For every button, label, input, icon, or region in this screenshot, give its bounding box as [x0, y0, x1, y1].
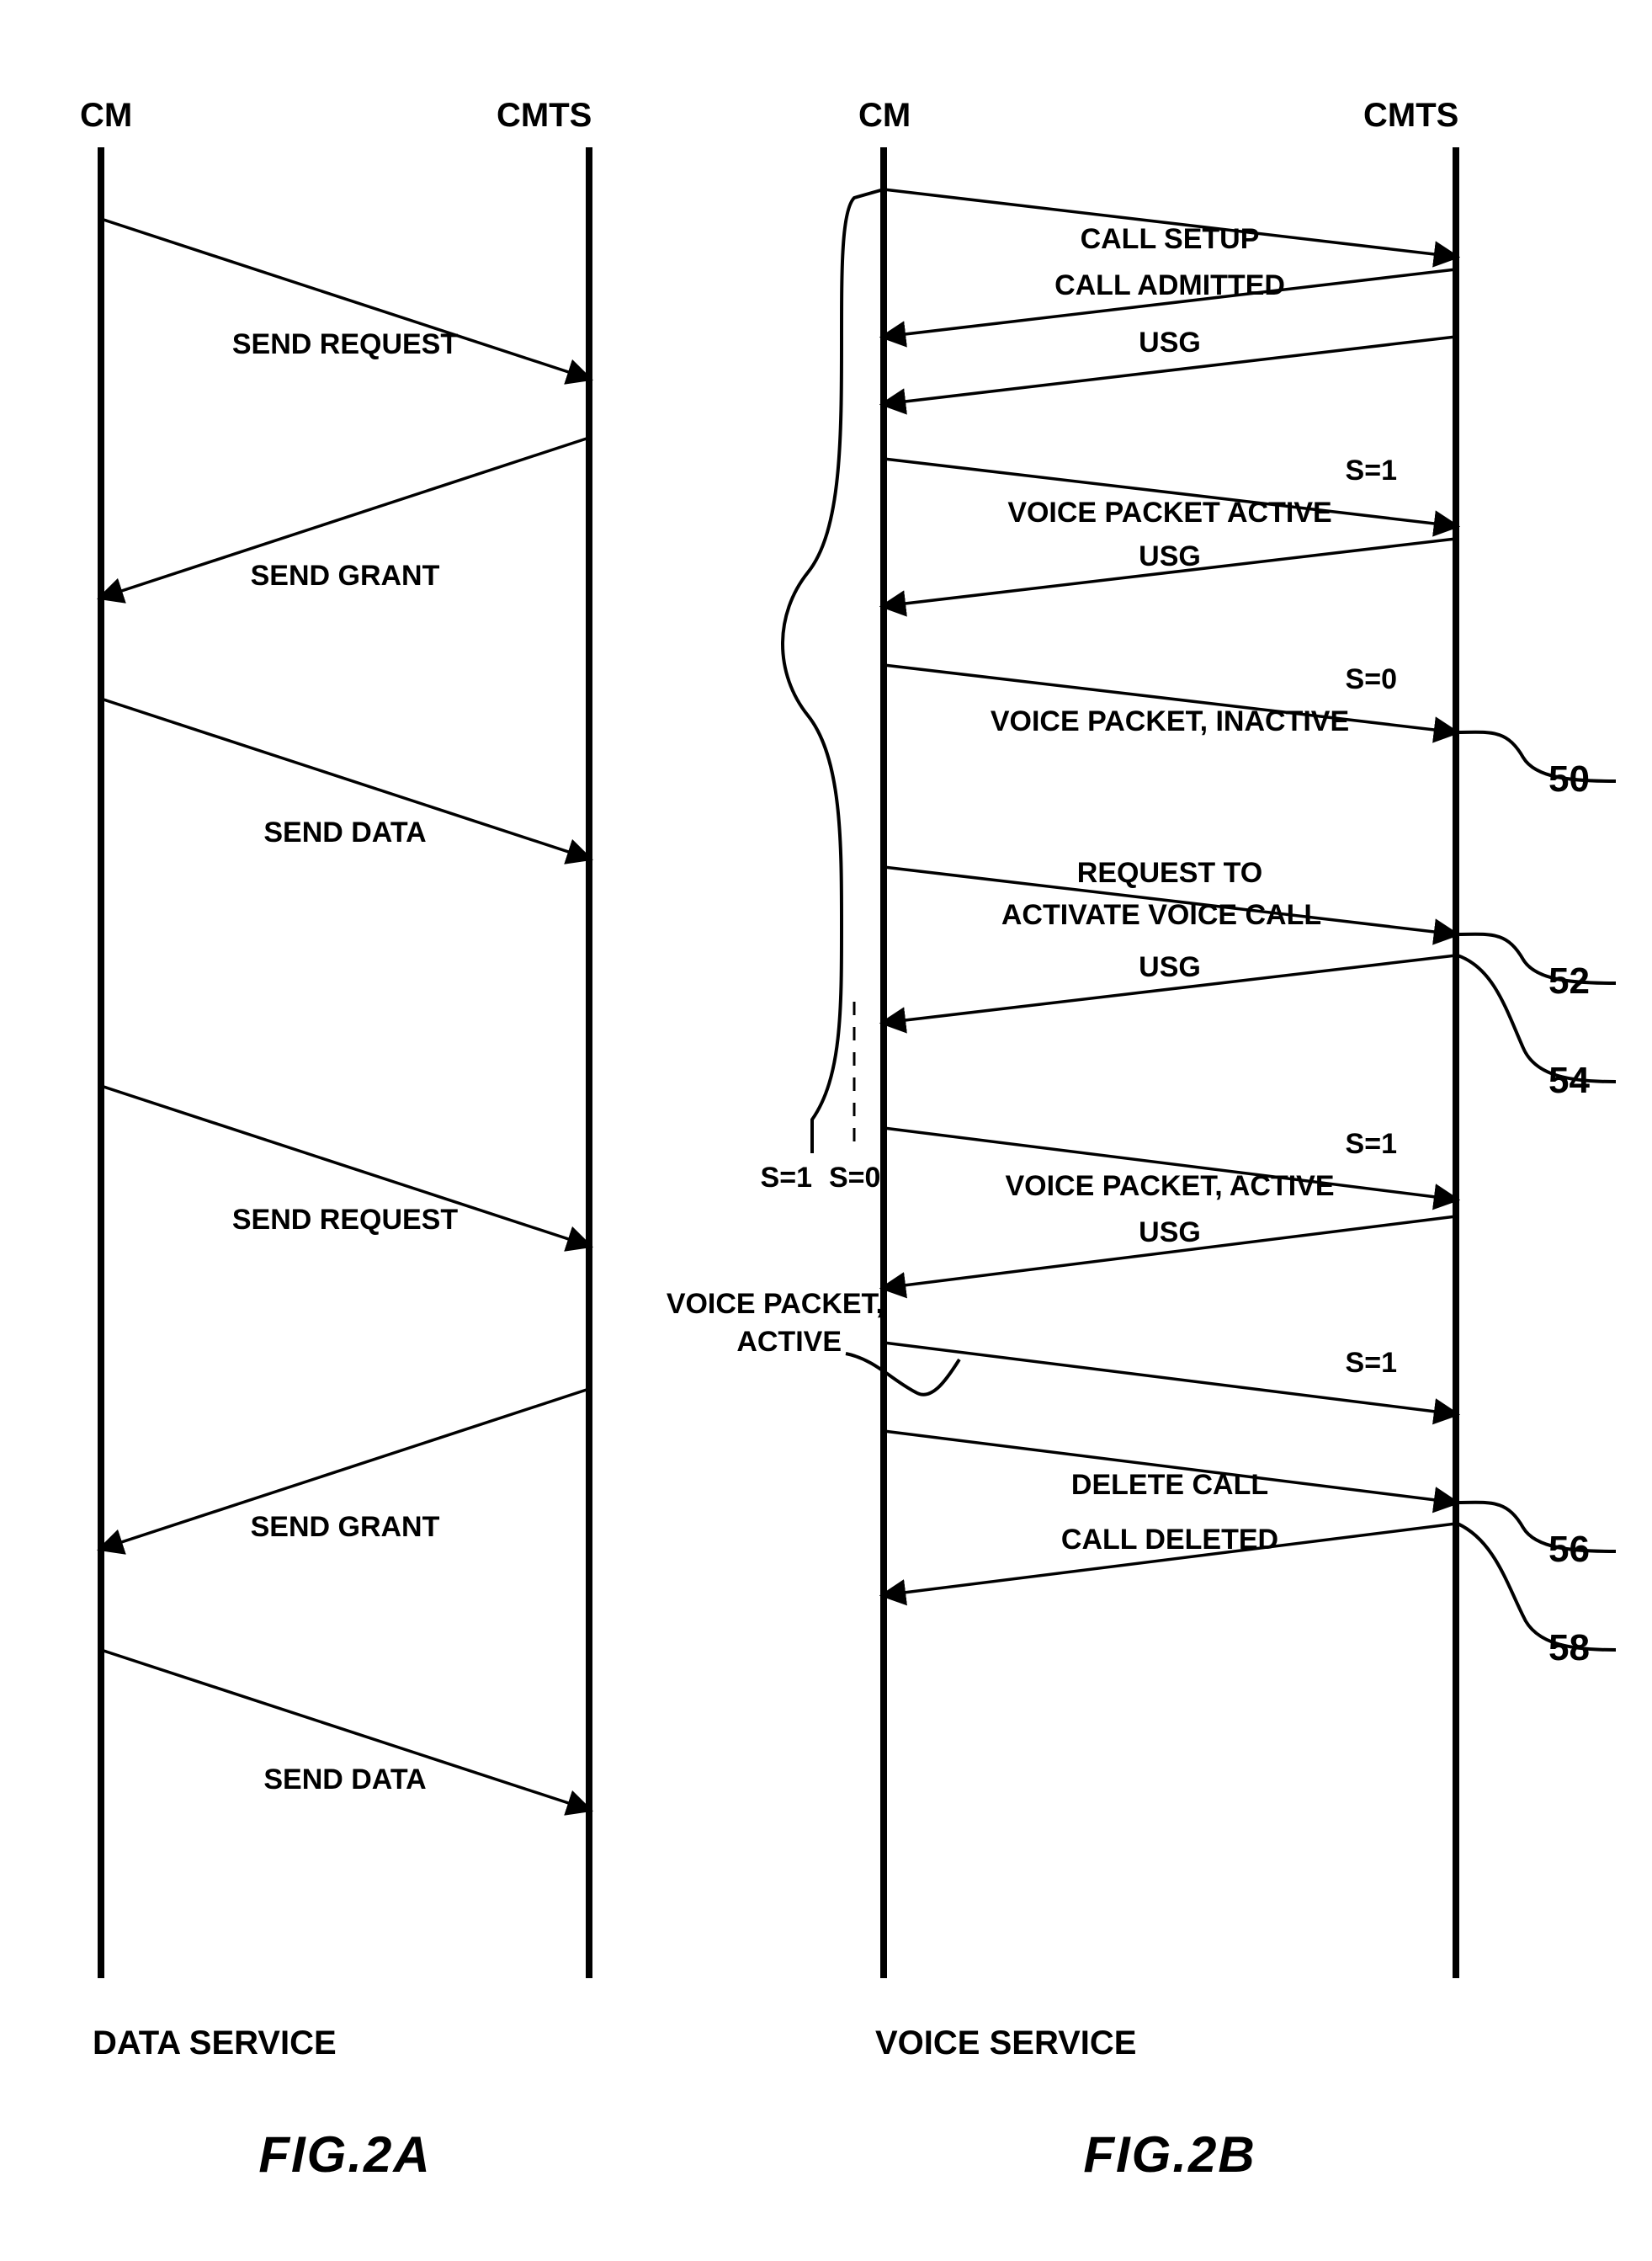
figB-msg-usg-1-label: USG [1139, 327, 1201, 359]
figB-header-cmts: CMTS [1363, 97, 1458, 134]
figA-msg-send-request-1-label: SEND REQUEST [232, 328, 458, 360]
figB-msg-call-admitted-label: CALL ADMITTED [1054, 269, 1285, 301]
figA-msg-send-data-1-label: SEND DATA [263, 817, 426, 849]
fig-2a: CM CMTS SEND REQUEST SEND GRANT SEND DAT… [80, 97, 592, 2183]
figB-msg-usg-4-label: USG [1139, 1216, 1201, 1248]
figA-figure-label: FIG.2A [258, 2126, 431, 2183]
fig-2b: CM CMTS S=1 S=0 CALL SETUP CALL ADMITTED… [667, 97, 1616, 2183]
figB-figure-label: FIG.2B [1083, 2126, 1256, 2183]
figB-msg-request-activate-top: REQUEST TO [1077, 857, 1262, 889]
figB-callout-56: 56 [1548, 1529, 1590, 1570]
figB-callout-lead-50 [1456, 732, 1616, 781]
figB-msg-request-activate-main: ACTIVATE VOICE CALL [1001, 899, 1321, 931]
figA-caption: DATA SERVICE [93, 2024, 337, 2062]
figB-msg-vp-active-2-main: VOICE PACKET, ACTIVE [1005, 1170, 1334, 1202]
figB-msg-vp-inactive-main: VOICE PACKET, INACTIVE [991, 705, 1349, 737]
figB-callout-lead-52 [1456, 934, 1616, 983]
figA-header-cm: CM [80, 97, 132, 134]
figB-caption: VOICE SERVICE [875, 2024, 1136, 2062]
figB-activity-wave [783, 189, 884, 1153]
figB-msg-delete-call-label: DELETE CALL [1071, 1469, 1268, 1501]
figB-callout-52: 52 [1548, 960, 1590, 1002]
figB-msg-vp-inactive-s: S=0 [1346, 663, 1397, 695]
figB-msg-vp-active-2-s: S=1 [1346, 1128, 1397, 1160]
figB-side-label-2: ACTIVE [736, 1326, 842, 1358]
figB-msg-vp-active-3-s: S=1 [1346, 1347, 1397, 1379]
figB-msg-call-setup-label: CALL SETUP [1081, 223, 1260, 255]
figB-callout-54: 54 [1548, 1060, 1590, 1101]
figB-msg-usg-2-label: USG [1139, 540, 1201, 572]
figB-callout-58: 58 [1548, 1627, 1590, 1668]
figA-msg-send-request-2-label: SEND REQUEST [232, 1204, 458, 1236]
figB-msg-vp-active-1-s: S=1 [1346, 455, 1397, 487]
figB-msg-usg-3-label: USG [1139, 951, 1201, 983]
figB-side-label-1: VOICE PACKET, [667, 1288, 884, 1320]
figB-callout-lead-54 [1458, 955, 1616, 1082]
figB-side-label-lead [846, 1354, 959, 1395]
figB-msg-vp-active-1-main: VOICE PACKET ACTIVE [1007, 497, 1331, 529]
figA-msg-send-grant-2-label: SEND GRANT [251, 1511, 440, 1543]
figB-wave-s0: S=0 [829, 1162, 880, 1194]
figB-msg-call-deleted-label: CALL DELETED [1061, 1524, 1278, 1556]
figB-header-cm: CM [858, 97, 911, 134]
figA-header-cmts: CMTS [497, 97, 592, 134]
figB-callout-lead-58 [1458, 1524, 1616, 1650]
figB-callout-lead-56 [1456, 1503, 1616, 1551]
figB-callout-50: 50 [1548, 758, 1590, 800]
figA-msg-send-data-2-label: SEND DATA [263, 1764, 426, 1796]
figA-msg-send-grant-1-label: SEND GRANT [251, 560, 440, 592]
figB-wave-s1: S=1 [761, 1162, 812, 1194]
